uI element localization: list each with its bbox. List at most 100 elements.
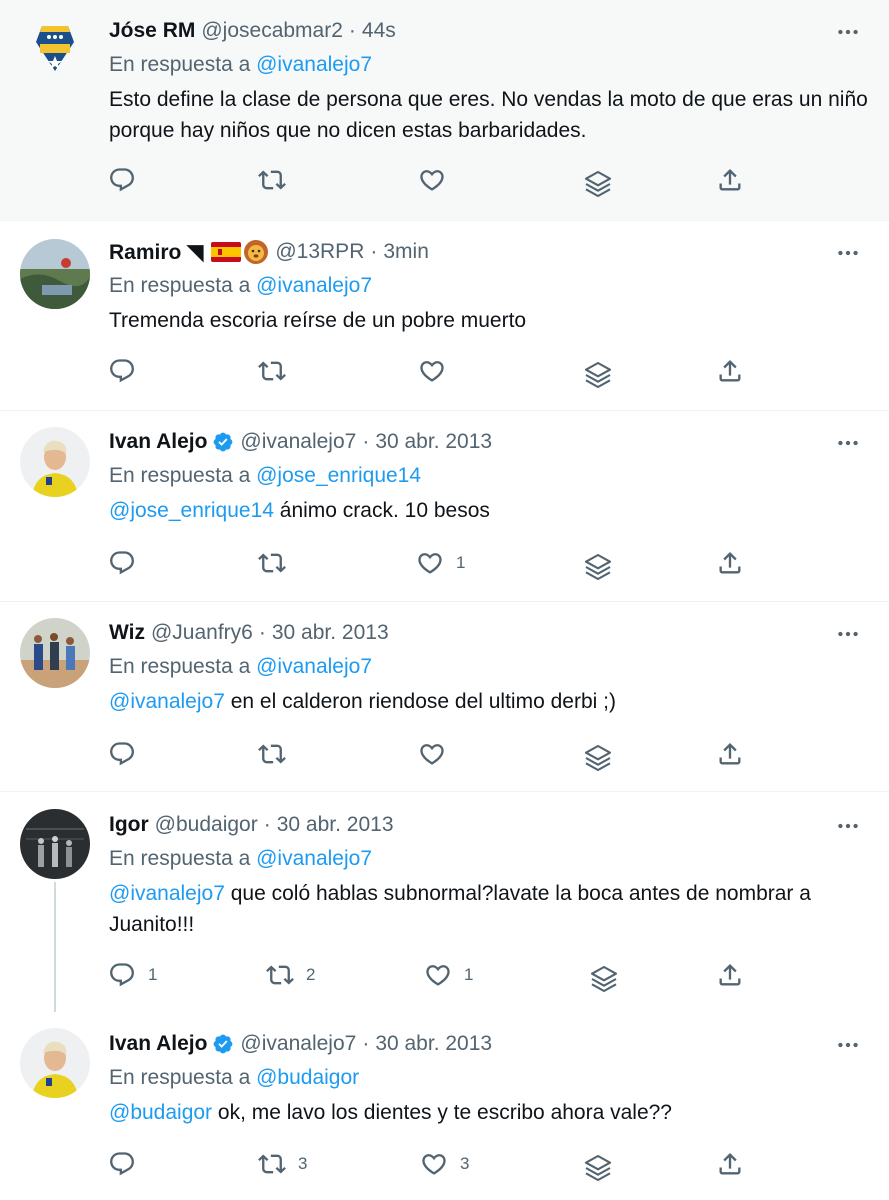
retweet-button[interactable] <box>258 356 298 386</box>
reply-button[interactable] <box>108 165 148 195</box>
reply-to-mention[interactable]: @jose_enrique14 <box>256 464 421 487</box>
user-name[interactable]: Ivan Alejo <box>109 1032 207 1056</box>
reply-context: En respuesta a @ivanalejo7 <box>109 847 372 871</box>
share-button[interactable] <box>716 548 744 578</box>
retweet-icon <box>258 166 286 194</box>
tweet-text: @ivanalejo7 en el calderon riendose del … <box>109 686 869 717</box>
user-handle[interactable]: @Juanfry6 <box>151 621 253 645</box>
separator: · <box>362 430 370 453</box>
share-icon <box>716 1150 744 1178</box>
more-icon[interactable] <box>833 622 863 646</box>
text-mention[interactable]: @jose_enrique14 <box>109 499 274 522</box>
like-button[interactable] <box>418 356 458 386</box>
separator: · <box>362 1032 370 1055</box>
analytics-button[interactable] <box>582 743 614 773</box>
timestamp[interactable]: 30 abr. 2013 <box>272 621 389 645</box>
user-handle[interactable]: @budaigor <box>155 813 258 837</box>
user-name[interactable]: Jóse RM <box>109 19 195 43</box>
user-handle[interactable]: @13RPR <box>275 240 364 264</box>
timestamp[interactable]: 30 abr. 2013 <box>375 430 492 454</box>
reply-button[interactable] <box>108 739 148 769</box>
more-icon[interactable] <box>833 431 863 455</box>
avatar[interactable] <box>20 14 90 84</box>
tweet[interactable]: Wiz @Juanfry6 · 30 abr. 2013 En respuest… <box>0 602 889 792</box>
retweet-button[interactable]: 3 <box>258 1149 307 1179</box>
tweet-text: Tremenda escoria reírse de un pobre muer… <box>109 309 527 332</box>
tweet-actions: 1 <box>108 548 768 578</box>
analytics-icon <box>582 1152 614 1184</box>
separator: · <box>263 813 271 836</box>
more-icon[interactable] <box>833 1033 863 1057</box>
share-button[interactable] <box>716 1149 744 1179</box>
tweet[interactable]: Jóse RM @josecabmar2 · 44s En respuesta … <box>0 0 889 221</box>
reply-to-mention[interactable]: @ivanalejo7 <box>256 274 372 297</box>
reply-to-mention[interactable]: @ivanalejo7 <box>256 847 372 870</box>
user-name[interactable]: Ivan Alejo <box>109 430 207 454</box>
like-button[interactable] <box>418 739 458 769</box>
avatar[interactable] <box>20 239 90 309</box>
reply-button[interactable] <box>108 1149 148 1179</box>
like-button[interactable]: 1 <box>424 960 473 990</box>
tweet[interactable]: Ivan Alejo @ivanalejo7 · 30 abr. 2013 En… <box>0 411 889 602</box>
reply-button[interactable] <box>108 548 148 578</box>
analytics-button[interactable] <box>582 1153 614 1183</box>
text-mention[interactable]: @budaigor <box>109 1101 212 1124</box>
tweet-text-body: ánimo crack. 10 besos <box>279 499 490 522</box>
avatar[interactable] <box>20 618 90 688</box>
like-button[interactable] <box>418 165 458 195</box>
reply-context: En respuesta a @budaigor <box>109 1066 359 1090</box>
reply-to-mention[interactable]: @ivanalejo7 <box>256 655 372 678</box>
lion-emoji-icon <box>243 239 269 265</box>
reply-to-mention[interactable]: @budaigor <box>256 1066 359 1089</box>
retweet-icon <box>258 1150 286 1178</box>
analytics-button[interactable] <box>582 360 614 390</box>
tweet-text: @jose_enrique14 ánimo crack. 10 besos <box>109 495 869 526</box>
share-button[interactable] <box>716 165 744 195</box>
retweet-button[interactable] <box>258 739 298 769</box>
analytics-button[interactable] <box>582 169 614 199</box>
reply-icon <box>108 740 136 768</box>
retweet-icon <box>258 549 286 577</box>
reply-button[interactable]: 1 <box>108 960 157 990</box>
more-icon[interactable] <box>833 20 863 44</box>
tweet[interactable]: Ramiro ◥ @13RPR · 3min En respuesta a @i… <box>0 221 889 411</box>
share-button[interactable] <box>716 739 744 769</box>
share-button[interactable] <box>716 960 744 990</box>
more-icon[interactable] <box>833 241 863 265</box>
more-icon[interactable] <box>833 814 863 838</box>
text-mention[interactable]: @ivanalejo7 <box>109 690 225 713</box>
timestamp[interactable]: 30 abr. 2013 <box>375 1032 492 1056</box>
like-button[interactable]: 3 <box>420 1149 469 1179</box>
user-handle[interactable]: @ivanalejo7 <box>240 1032 356 1056</box>
verified-icon <box>212 431 234 453</box>
retweet-icon <box>266 961 294 989</box>
tweet-header: Wiz @Juanfry6 · 30 abr. 2013 <box>109 618 389 648</box>
reply-button[interactable] <box>108 356 148 386</box>
share-button[interactable] <box>716 356 744 386</box>
share-icon <box>716 357 744 385</box>
timestamp[interactable]: 30 abr. 2013 <box>277 813 394 837</box>
avatar[interactable] <box>20 1028 90 1098</box>
retweet-button[interactable]: 2 <box>266 960 315 990</box>
avatar[interactable] <box>20 809 90 879</box>
analytics-button[interactable] <box>582 552 614 582</box>
tweet-text-body: en el calderon riendose del ultimo derbi… <box>230 690 616 713</box>
tweet[interactable]: Ivan Alejo @ivanalejo7 · 30 abr. 2013 En… <box>0 1012 889 1200</box>
timestamp[interactable]: 44s <box>362 19 396 43</box>
like-button[interactable]: 1 <box>416 548 465 578</box>
user-handle[interactable]: @josecabmar2 <box>201 19 343 43</box>
tweet[interactable]: Igor @budaigor · 30 abr. 2013 En respues… <box>0 792 889 1012</box>
user-handle[interactable]: @ivanalejo7 <box>240 430 356 454</box>
avatar[interactable] <box>20 427 90 497</box>
user-name[interactable]: Igor <box>109 813 149 837</box>
timestamp[interactable]: 3min <box>383 240 429 264</box>
text-mention[interactable]: @ivanalejo7 <box>109 882 225 905</box>
retweet-button[interactable] <box>258 165 298 195</box>
retweet-icon <box>258 357 286 385</box>
like-icon <box>418 740 446 768</box>
retweet-button[interactable] <box>258 548 298 578</box>
user-name[interactable]: Wiz <box>109 621 145 645</box>
reply-to-mention[interactable]: @ivanalejo7 <box>256 53 372 76</box>
analytics-button[interactable] <box>588 964 620 994</box>
user-name[interactable]: Ramiro ◥ <box>109 240 203 265</box>
